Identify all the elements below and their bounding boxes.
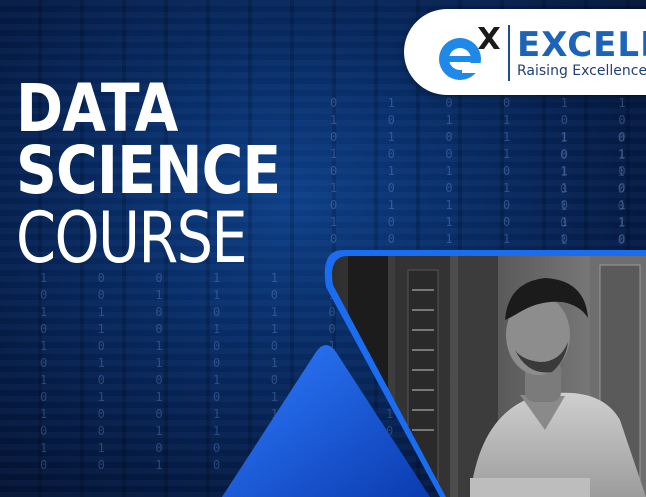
course-title: DATA SCIENCE COURSE (16, 70, 323, 279)
logo-divider (508, 25, 510, 81)
man-working-on-laptop-in-server-room-icon (332, 256, 646, 497)
title-line-data: DATA (16, 70, 178, 147)
excelr-e-x-icon (439, 27, 500, 80)
logo-name: EXCELR (517, 25, 646, 65)
course-banner: 1 0 0 1 1 0 0 0 0 1 1 0 1 0 1 1 0 0 1 0 … (0, 0, 646, 497)
excelr-logo: EXCELR Raising Excellence (404, 9, 646, 95)
title-line-course: COURSE (16, 197, 248, 279)
title-line-science: SCIENCE (16, 132, 281, 209)
logo-tagline: Raising Excellence (517, 63, 646, 79)
